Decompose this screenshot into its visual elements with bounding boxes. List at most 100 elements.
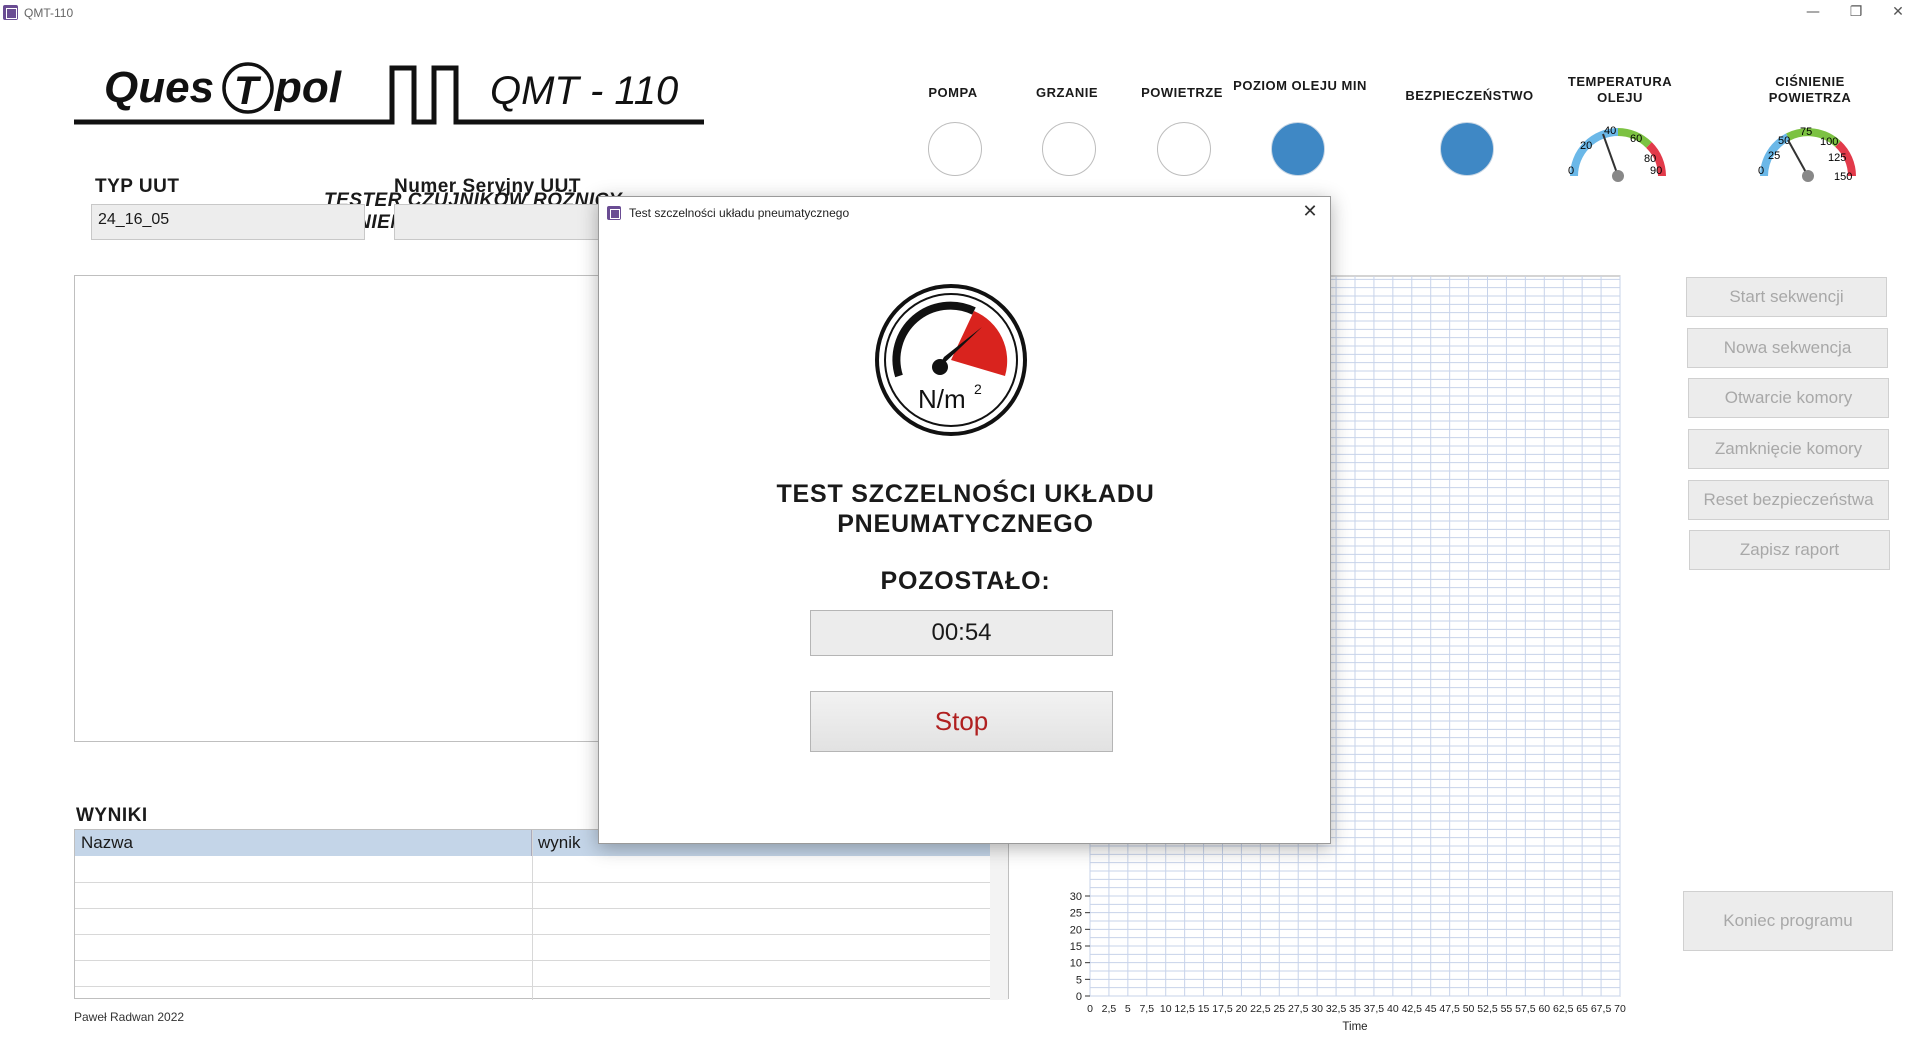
x-tick-label: 70 <box>1614 1003 1626 1015</box>
table-row <box>75 960 991 961</box>
table-row <box>75 882 991 883</box>
x-tick-label: 2,5 <box>1102 1003 1117 1015</box>
indicator-label-powietrze: POWIETRZE <box>1141 85 1223 100</box>
x-tick-label: 47,5 <box>1439 1003 1460 1015</box>
reset-safety-button[interactable]: Reset bezpieczeństwa <box>1688 480 1889 520</box>
dialog-heading-line1: TEST SZCZELNOŚCI UKŁADU <box>776 480 1155 508</box>
y-tick-label: 5 <box>1076 974 1082 986</box>
questpol-logo: Ques T pol QMT - 110 TESTER CZUJNIKÓW RÓ… <box>74 60 704 233</box>
x-tick-label: 0 <box>1087 1003 1093 1015</box>
temp-needle <box>1602 133 1619 177</box>
app-icon <box>3 5 18 20</box>
dialog-close-button[interactable]: ✕ <box>1298 201 1322 223</box>
results-title: WYNIKI <box>76 805 148 826</box>
remaining-label: POZOSTAŁO: <box>880 567 1051 595</box>
lamp-grzanie <box>1042 122 1096 176</box>
indicator-label-bezpieczenstwo: BEZPIECZEŃSTWO <box>1405 88 1534 103</box>
save-report-button[interactable]: Zapisz raport <box>1689 530 1890 570</box>
x-tick-label: 55 <box>1501 1003 1513 1015</box>
gauge-unit-text: N/m <box>918 384 966 414</box>
y-tick-label: 15 <box>1070 941 1082 953</box>
serial-number-input[interactable] <box>394 204 604 240</box>
gauge-label-temperatura: TEMPERATURA OLEJU <box>1567 74 1673 105</box>
temp-tick-0: 0 <box>1568 165 1574 177</box>
x-tick-label: 20 <box>1236 1003 1248 1015</box>
table-row <box>75 986 991 987</box>
table-column-divider <box>532 830 533 1000</box>
x-tick-label: 32,5 <box>1326 1003 1347 1015</box>
pressure-tick-100: 100 <box>1820 136 1838 148</box>
x-tick-label: 5 <box>1125 1003 1131 1015</box>
lamp-pompa <box>928 122 982 176</box>
logo-brand-mid: T <box>234 69 262 113</box>
stop-button[interactable]: Stop <box>810 691 1113 752</box>
logo-brand-left: Ques <box>104 63 214 112</box>
pressure-tick-25: 25 <box>1768 150 1780 162</box>
y-tick-label: 10 <box>1070 958 1082 970</box>
pressure-tick-150: 150 <box>1834 171 1852 183</box>
x-tick-label: 65 <box>1576 1003 1588 1015</box>
footer-author: Paweł Radwan 2022 <box>74 1010 185 1024</box>
lamp-powietrze <box>1157 122 1211 176</box>
typ-uut-label: TYP UUT <box>95 176 180 197</box>
table-row <box>75 934 991 935</box>
gauge-label-cisnienie: CIŚNIENIE POWIETRZA <box>1768 74 1852 105</box>
pressure-tick-125: 125 <box>1828 152 1846 164</box>
indicator-label-poziom-oleju: POZIOM OLEJU MIN <box>1233 78 1367 93</box>
countdown-timer: 00:54 <box>810 610 1113 656</box>
pressure-gauge-icon: N/m 2 <box>875 284 1027 436</box>
gauge-unit-superscript: 2 <box>974 381 982 397</box>
column-header-nazwa[interactable]: Nazwa <box>75 830 532 856</box>
indicator-label-pompa: POMPA <box>928 85 978 100</box>
logo-graphic: Ques T pol QMT - 110 <box>74 62 704 125</box>
dialog-title: Test szczelności układu pneumatycznego <box>629 206 850 220</box>
temp-tick-60: 60 <box>1630 133 1642 145</box>
temp-tick-90: 90 <box>1650 165 1662 177</box>
x-tick-label: 45 <box>1425 1003 1437 1015</box>
title-bar: QMT-110 — ❐ ✕ <box>0 0 1916 26</box>
x-tick-label: 57,5 <box>1515 1003 1536 1015</box>
x-tick-label: 22,5 <box>1250 1003 1271 1015</box>
new-sequence-button[interactable]: Nowa sekwencja <box>1687 328 1888 368</box>
pressure-tick-0: 0 <box>1758 165 1764 177</box>
x-tick-label: 30 <box>1311 1003 1323 1015</box>
x-axis-label: Time <box>1342 1021 1367 1032</box>
logo-model: QMT - 110 <box>490 69 678 113</box>
leak-test-dialog: Test szczelności układu pneumatycznego ✕… <box>598 196 1331 844</box>
minimize-button[interactable]: — <box>1795 1 1831 23</box>
typ-uut-input[interactable]: 24_16_05 <box>91 204 365 240</box>
y-tick-label: 20 <box>1070 924 1082 936</box>
temp-tick-80: 80 <box>1644 153 1656 165</box>
x-tick-label: 60 <box>1538 1003 1550 1015</box>
indicator-label-grzanie: GRZANIE <box>1036 85 1098 100</box>
close-window-button[interactable]: ✕ <box>1880 1 1916 23</box>
lamp-poziom-oleju <box>1271 122 1325 176</box>
restore-button[interactable]: ❐ <box>1838 1 1874 23</box>
exit-program-button[interactable]: Koniec programu <box>1683 891 1893 951</box>
x-tick-label: 35 <box>1349 1003 1361 1015</box>
air-pressure-gauge: 0 25 50 75 100 125 150 <box>1758 126 1856 183</box>
table-row <box>75 908 991 909</box>
table-scrollbar[interactable] <box>990 830 1008 1000</box>
x-tick-label: 7,5 <box>1139 1003 1154 1015</box>
y-tick-label: 0 <box>1076 991 1082 1003</box>
temp-tick-40: 40 <box>1604 125 1616 137</box>
pressure-needle-hub <box>1802 170 1814 182</box>
pressure-needle <box>1787 139 1809 177</box>
results-table: Nazwa wynik <box>74 829 1009 1000</box>
dialog-heading-line2: PNEUMATYCZNEGO <box>837 510 1094 538</box>
dialog-heading: TEST SZCZELNOŚCI UKŁADU PNEUMATYCZNEGO <box>599 479 1332 539</box>
temperature-gauge: 0 20 40 60 80 90 <box>1568 125 1666 182</box>
y-tick-label: 25 <box>1070 908 1082 920</box>
x-tick-label: 27,5 <box>1288 1003 1309 1015</box>
serial-number-label: Numer Seryjny UUT <box>394 176 581 197</box>
dialog-app-icon <box>607 206 621 220</box>
x-tick-label: 17,5 <box>1212 1003 1233 1015</box>
x-tick-label: 37,5 <box>1364 1003 1385 1015</box>
temp-tick-20: 20 <box>1580 140 1592 152</box>
close-chamber-button[interactable]: Zamknięcie komory <box>1688 429 1889 469</box>
open-chamber-button[interactable]: Otwarcie komory <box>1688 378 1889 418</box>
lamp-bezpieczenstwo <box>1440 122 1494 176</box>
start-sequence-button[interactable]: Start sekwencji <box>1686 277 1887 317</box>
x-tick-label: 10 <box>1160 1003 1172 1015</box>
